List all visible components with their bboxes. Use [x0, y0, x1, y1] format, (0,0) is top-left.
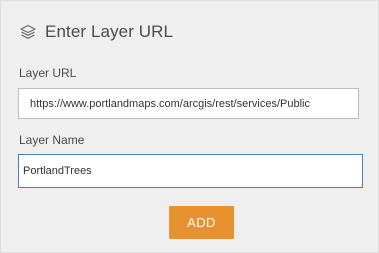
add-button[interactable]: ADD: [169, 206, 234, 239]
layer-url-input[interactable]: [18, 88, 359, 119]
layer-url-label: Layer URL: [19, 66, 77, 80]
panel-header: Enter Layer URL: [19, 20, 173, 44]
layers-icon: [19, 23, 37, 41]
layer-name-input[interactable]: [18, 154, 363, 188]
panel-title: Enter Layer URL: [45, 22, 174, 41]
layer-name-label: Layer Name: [19, 133, 85, 147]
add-layer-url-panel: Enter Layer URL Layer URL Layer Name ADD: [0, 0, 379, 253]
